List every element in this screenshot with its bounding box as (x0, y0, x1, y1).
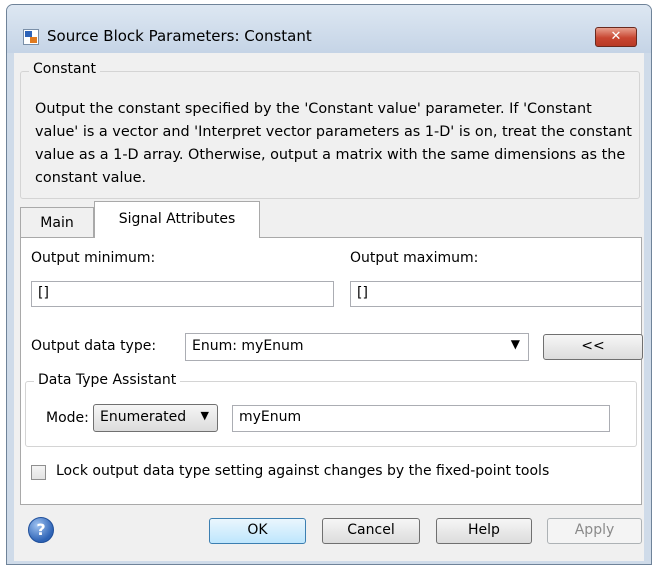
close-icon: ✕ (610, 29, 622, 44)
help-button[interactable]: Help (436, 518, 532, 544)
tab-signal-attributes[interactable]: Signal Attributes (94, 201, 260, 238)
help-icon[interactable]: ? (28, 517, 54, 543)
tab-main[interactable]: Main (20, 207, 94, 237)
output-minimum-label: Output minimum: (31, 250, 156, 266)
block-name-label: Constant (29, 61, 100, 77)
output-maximum-field[interactable]: [] (350, 281, 642, 307)
cancel-button[interactable]: Cancel (322, 518, 420, 544)
enum-name-field[interactable]: myEnum (232, 405, 610, 432)
lock-output-data-type-checkbox[interactable] (31, 465, 46, 480)
dialog-body: Constant Output the constant specified b… (14, 53, 644, 561)
window-title: Source Block Parameters: Constant (47, 27, 312, 45)
mode-label: Mode: (46, 410, 89, 426)
output-data-type-value: Enum: myEnum (192, 338, 304, 354)
data-type-assistant-toggle-button[interactable]: << (543, 334, 643, 360)
data-type-assistant-title: Data Type Assistant (34, 372, 181, 388)
data-type-assistant-group: Data Type Assistant Mode: Enumerated ▼ m… (25, 372, 637, 447)
mode-dropdown[interactable]: Enumerated ▼ (93, 404, 218, 432)
mode-value: Enumerated (100, 409, 187, 425)
simulink-block-icon (23, 29, 39, 45)
lock-output-data-type-label: Lock output data type setting against ch… (56, 463, 550, 479)
close-button[interactable]: ✕ (595, 27, 637, 47)
block-description-group: Constant Output the constant specified b… (20, 61, 640, 199)
output-maximum-label: Output maximum: (350, 250, 479, 266)
dialog-window: Source Block Parameters: Constant ✕ Cons… (6, 4, 652, 565)
output-minimum-field[interactable]: [] (31, 281, 334, 307)
dropdown-arrow-icon: ▼ (200, 409, 209, 422)
output-data-type-dropdown[interactable]: Enum: myEnum ▼ (185, 333, 529, 361)
dropdown-arrow-icon: ▼ (510, 337, 520, 351)
block-description: Output the constant specified by the 'Co… (35, 101, 632, 186)
signal-attributes-panel: Output minimum: [] Output maximum: [] Ou… (20, 237, 643, 505)
output-data-type-label: Output data type: (31, 338, 157, 354)
ok-button[interactable]: OK (209, 518, 306, 544)
title-bar[interactable]: Source Block Parameters: Constant ✕ (7, 5, 651, 53)
apply-button[interactable]: Apply (547, 518, 642, 544)
